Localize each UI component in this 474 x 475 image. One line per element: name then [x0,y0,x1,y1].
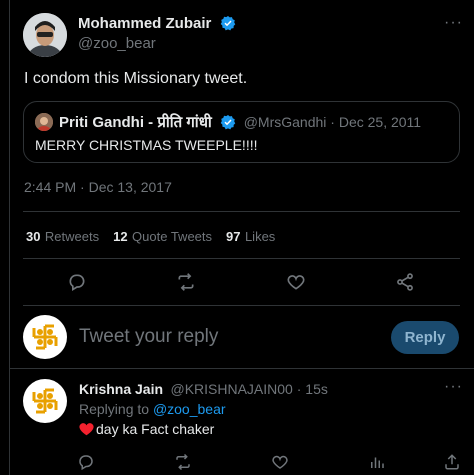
replying-to-label: Replying to [79,401,153,417]
comment-icon[interactable] [65,270,89,294]
share-icon[interactable] [393,270,417,294]
reply-header: Krishna Jain @KRISHNAJAIN00 · 15s [79,381,328,399]
divider [23,258,460,259]
like-icon[interactable] [284,270,308,294]
replying-to-line: Replying to @zoo_bear [79,401,226,417]
divider [23,305,460,306]
author-name[interactable]: Mohammed Zubair [78,15,211,32]
stats-row: 30 Retweets 12 Quote Tweets 97 Likes [26,228,275,246]
quote-author-avatar [35,113,53,131]
quote-header: Priti Gandhi - प्रीति गांधी @MrsGandhi ·… [59,112,421,135]
quote-meta: @MrsGandhi · Dec 25, 2011 [243,114,422,130]
author-handle[interactable]: @zoo_bear [78,35,156,52]
reply-share-icon[interactable] [440,450,464,474]
stat-retweets[interactable]: 30 Retweets [26,228,99,246]
reply-more-options-button[interactable]: ··· [444,378,463,396]
stat-quote-tweets[interactable]: 12 Quote Tweets [113,228,212,246]
quote-text: MERRY CHRISTMAS TWEEPLE!!!! [35,137,258,153]
verified-badge-icon [220,15,236,36]
stat-likes[interactable]: 97 Likes [226,228,275,246]
reply-retweet-icon[interactable] [171,450,195,474]
reply-text: day ka Fact chaker [96,421,215,437]
heart-emoji-icon [79,422,94,436]
current-user-avatar[interactable] [23,315,67,359]
reply-author-name[interactable]: Krishna Jain [79,381,163,397]
more-options-button[interactable]: ··· [444,14,463,32]
reply-author-avatar[interactable] [23,379,67,423]
tweet-text: I condom this Missionary tweet. [24,70,248,87]
reply-button[interactable]: Reply [391,321,459,354]
reply-input[interactable]: Tweet your reply [79,326,218,348]
author-name-row: Mohammed Zubair [78,15,236,36]
reply-like-icon[interactable] [268,450,292,474]
retweet-icon[interactable] [174,270,198,294]
reply-meta: @KRISHNAJAIN00 · 15s [170,381,328,397]
divider [9,368,474,369]
quote-author-name: Priti Gandhi - प्रीति गांधी [59,114,212,131]
tweet-timestamp[interactable]: 2:44 PM · Dec 13, 2017 [24,179,172,195]
author-avatar[interactable] [23,13,67,57]
reply-text-row: day ka Fact chaker [79,421,214,437]
divider [23,211,460,212]
quoted-tweet-card[interactable]: Priti Gandhi - प्रीति गांधी @MrsGandhi ·… [23,101,460,163]
verified-badge-icon [220,114,236,135]
analytics-icon[interactable] [365,450,389,474]
replying-to-handle[interactable]: @zoo_bear [153,401,226,417]
reply-comment-icon[interactable] [74,450,98,474]
